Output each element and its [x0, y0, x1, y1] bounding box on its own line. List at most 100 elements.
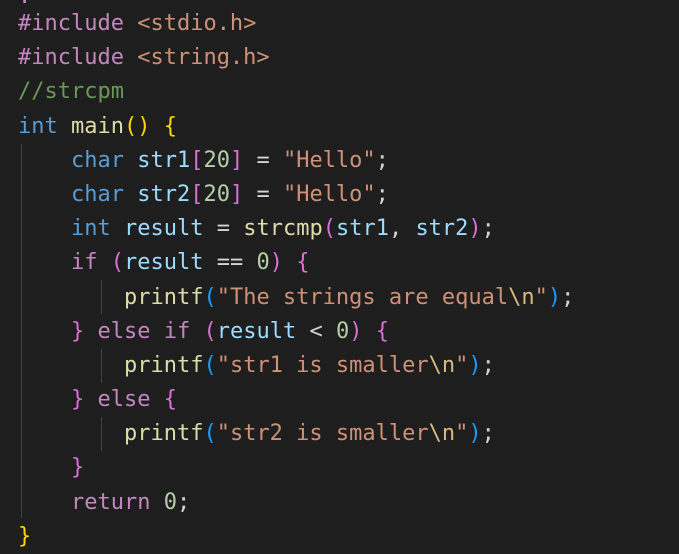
code-token: {	[163, 387, 177, 413]
code-token: <string.h>	[137, 45, 270, 71]
code-token: "	[455, 352, 469, 378]
code-token: (	[322, 216, 336, 242]
code-token: "The strings are equal	[216, 284, 509, 310]
code-token: else	[97, 387, 151, 413]
code-token: )	[468, 216, 482, 242]
code-line[interactable]: #include <string.h>	[18, 41, 574, 75]
code-token: ;	[481, 352, 495, 378]
code-line[interactable]: int main() {	[18, 110, 574, 144]
code-line[interactable]: } else {	[18, 383, 574, 417]
code-token: }	[70, 318, 85, 344]
code-token: str2	[415, 216, 469, 242]
code-editor[interactable]: . #include <stdio.h>#include <string.h>/…	[0, 0, 679, 554]
code-token: printf	[123, 352, 204, 378]
code-token: (	[203, 352, 217, 378]
code-line[interactable]: if (result == 0) {	[18, 246, 574, 280]
code-token: )	[468, 352, 482, 378]
code-token: 0	[256, 250, 270, 276]
code-token: ()	[123, 113, 151, 139]
code-token: printf	[123, 421, 204, 447]
code-line[interactable]: printf("str1 is smaller\n");	[18, 349, 574, 383]
code-token: else	[97, 318, 151, 344]
code-token: (	[203, 284, 217, 310]
code-token: 20	[203, 181, 230, 207]
code-line[interactable]: char str1[20] = "Hello";	[18, 144, 574, 178]
code-token: )	[547, 284, 562, 310]
code-token: =	[243, 147, 283, 173]
code-line[interactable]: int result = strcmp(str1, str2);	[18, 212, 574, 246]
code-line[interactable]: printf("str2 is smaller\n");	[18, 417, 574, 451]
code-token: {	[375, 318, 389, 344]
code-token: printf	[123, 284, 204, 310]
code-token: "Hello"	[282, 147, 376, 173]
code-token: \n	[428, 352, 456, 378]
code-token: \n	[508, 284, 535, 310]
code-token: }	[70, 387, 85, 413]
code-token: strcmp	[243, 216, 323, 242]
code-token: )	[349, 318, 363, 344]
code-token: ]	[229, 147, 244, 173]
code-token: 0	[163, 489, 177, 515]
code-token: ==	[203, 250, 257, 276]
code-line[interactable]: } else if (result < 0) {	[18, 315, 574, 349]
code-token: #include	[18, 11, 124, 36]
code-line[interactable]: }	[18, 520, 574, 554]
code-token: (	[203, 318, 217, 344]
code-token: if	[70, 250, 98, 276]
code-token: (	[203, 421, 217, 447]
code-line[interactable]: }	[18, 451, 574, 485]
code-line[interactable]: char str2[20] = "Hello";	[18, 178, 574, 212]
code-token: result	[123, 250, 204, 276]
code-token: ]	[229, 181, 244, 207]
code-line[interactable]: return 0;	[18, 486, 574, 520]
code-token: \n	[428, 421, 456, 447]
code-token: 0	[335, 318, 350, 344]
code-token: int	[70, 216, 111, 242]
code-token: ;	[176, 489, 191, 515]
code-lines[interactable]: #include <stdio.h> #include <string.h> //s…	[18, 7, 574, 554]
code-token: =	[203, 216, 244, 242]
code-token: str1	[137, 147, 191, 173]
code-token: {	[163, 113, 177, 139]
code-token: "str1 is smaller	[216, 352, 429, 378]
code-token: ;	[375, 181, 389, 207]
code-token: "	[455, 421, 469, 447]
code-token: //strcpm	[18, 79, 124, 105]
code-token: result	[123, 216, 204, 242]
code-token: (	[110, 250, 124, 276]
code-token: {	[296, 250, 310, 276]
code-token: char	[70, 147, 124, 173]
code-token: "Hello"	[282, 181, 376, 207]
code-line[interactable]: printf("The strings are equal\n");	[18, 281, 574, 315]
code-token: =	[243, 181, 283, 207]
code-token: ;	[481, 421, 495, 447]
code-line[interactable]: //strcpm	[18, 75, 574, 109]
code-line[interactable]: #include <stdio.h>	[18, 7, 574, 41]
code-token: if	[163, 318, 191, 344]
code-token: str1	[335, 216, 389, 242]
